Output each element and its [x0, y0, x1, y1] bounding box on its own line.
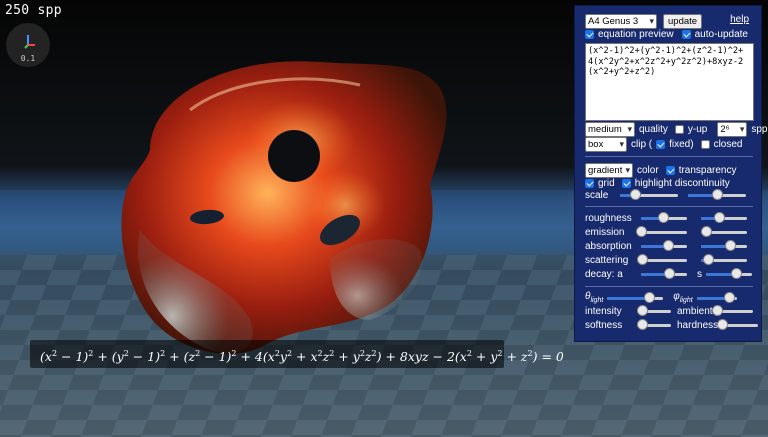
slider-thumb[interactable] — [637, 305, 649, 316]
slider-thumb[interactable] — [644, 291, 656, 303]
equation-text: (x2 − 1)2 + (y2 − 1)2 + (z2 − 1)2 + 4(x2… — [40, 349, 564, 365]
slider-thumb[interactable] — [717, 319, 729, 330]
slider-track — [641, 231, 687, 234]
gizmo-scale-label: 0.1 — [20, 54, 36, 63]
slider-thumb[interactable] — [663, 268, 675, 279]
intensity-label: intensity — [585, 305, 622, 317]
slider-thumb[interactable] — [637, 319, 649, 330]
divider — [585, 206, 753, 207]
softness-label: softness — [585, 319, 623, 331]
slider-thumb[interactable] — [724, 240, 736, 251]
equation-preview-checkbox[interactable] — [585, 30, 594, 39]
theta-light-label: θlight — [585, 291, 604, 304]
scattering-slider-2[interactable] — [701, 254, 747, 266]
scattering-slider[interactable] — [636, 254, 687, 266]
preset-select[interactable]: A4 Genus 3 — [585, 14, 657, 29]
absorption-slider-2[interactable] — [701, 240, 747, 252]
phi-light-slider[interactable] — [696, 291, 737, 304]
closed-label: closed — [713, 139, 743, 150]
clip-select[interactable]: box — [585, 137, 627, 152]
slider-thumb[interactable] — [658, 212, 670, 223]
fixed-checkbox[interactable] — [656, 140, 666, 149]
help-link[interactable]: help — [730, 14, 749, 25]
slider-thumb[interactable] — [723, 291, 735, 303]
slider-thumb[interactable] — [662, 240, 674, 251]
quality-label: quality — [639, 124, 668, 135]
transparency-label: transparency — [678, 165, 737, 176]
y-up-checkbox[interactable] — [674, 125, 684, 134]
color-select[interactable]: gradient — [585, 163, 633, 178]
equation-preview-label: equation preview — [598, 29, 674, 40]
phi-light-label: φlight — [673, 291, 693, 304]
samples-per-pixel-counter: 250 spp — [5, 3, 62, 18]
decay-a-slider[interactable] — [641, 268, 687, 280]
axis-gizmo[interactable]: 0.1 — [6, 23, 50, 67]
auto-update-label: auto-update — [694, 29, 748, 40]
grid-label: grid — [598, 178, 615, 189]
absorption-slider[interactable] — [641, 240, 687, 252]
ambient-slider[interactable] — [711, 305, 753, 317]
decay-s-slider[interactable] — [706, 268, 752, 280]
spp-select[interactable]: 2⁶ — [717, 122, 748, 137]
divider — [585, 286, 753, 287]
slider-thumb[interactable] — [730, 268, 742, 279]
roughness-label: roughness — [585, 212, 632, 224]
control-panel: A4 Genus 3 update help equation preview … — [574, 5, 767, 342]
closed-checkbox[interactable] — [700, 140, 710, 149]
roughness-slider[interactable] — [641, 212, 687, 224]
scale-label: scale — [585, 189, 609, 201]
softness-slider[interactable] — [637, 319, 671, 331]
color-label: color — [637, 165, 659, 176]
decay-s-label: s — [697, 268, 702, 280]
slider-fill — [607, 296, 650, 300]
slider-thumb[interactable] — [712, 189, 724, 200]
slider-thumb[interactable] — [702, 254, 714, 265]
fixed-label: fixed) — [669, 139, 694, 150]
theta-light-slider[interactable] — [607, 291, 664, 304]
roughness-slider-2[interactable] — [701, 212, 747, 224]
decay-a-label: decay: a — [585, 268, 623, 280]
highlight-discontinuity-checkbox[interactable] — [621, 179, 631, 188]
slider-thumb[interactable] — [714, 212, 726, 223]
update-button[interactable]: update — [663, 14, 703, 29]
highlight-discontinuity-label: highlight discontinuity — [634, 178, 730, 189]
spp-label: spp — [751, 124, 768, 135]
slider-thumb[interactable] — [700, 226, 712, 237]
slider-thumb[interactable] — [711, 305, 723, 316]
slider-thumb[interactable] — [629, 189, 641, 200]
emission-slider[interactable] — [636, 226, 687, 238]
intensity-slider[interactable] — [637, 305, 671, 317]
absorption-label: absorption — [585, 240, 632, 252]
ambient-label: ambient — [677, 305, 713, 317]
slider-thumb[interactable] — [636, 226, 647, 237]
auto-update-checkbox[interactable] — [681, 30, 691, 39]
divider — [585, 156, 753, 157]
equation-overlay: (x2 − 1)2 + (y2 − 1)2 + (z2 − 1)2 + 4(x2… — [30, 340, 564, 368]
scale-slider[interactable] — [620, 189, 679, 201]
grid-checkbox[interactable] — [585, 179, 594, 188]
equation-input[interactable]: (x^2-1)^2+(y^2-1)^2+(z^2-1)^2+ 4(x^2y^2+… — [585, 43, 754, 121]
y-up-label: y-up — [687, 124, 708, 135]
emission-slider-2[interactable] — [700, 226, 747, 238]
hardness-slider[interactable] — [717, 319, 759, 331]
slider-thumb[interactable] — [636, 254, 648, 265]
emission-label: emission — [585, 226, 625, 238]
quality-select[interactable]: medium — [585, 122, 635, 137]
clip-label: clip ( — [631, 139, 653, 150]
scale-slider-2[interactable] — [688, 189, 747, 201]
hardness-label: hardness — [677, 319, 719, 331]
transparency-checkbox[interactable] — [665, 166, 675, 175]
scattering-label: scattering — [585, 254, 629, 266]
